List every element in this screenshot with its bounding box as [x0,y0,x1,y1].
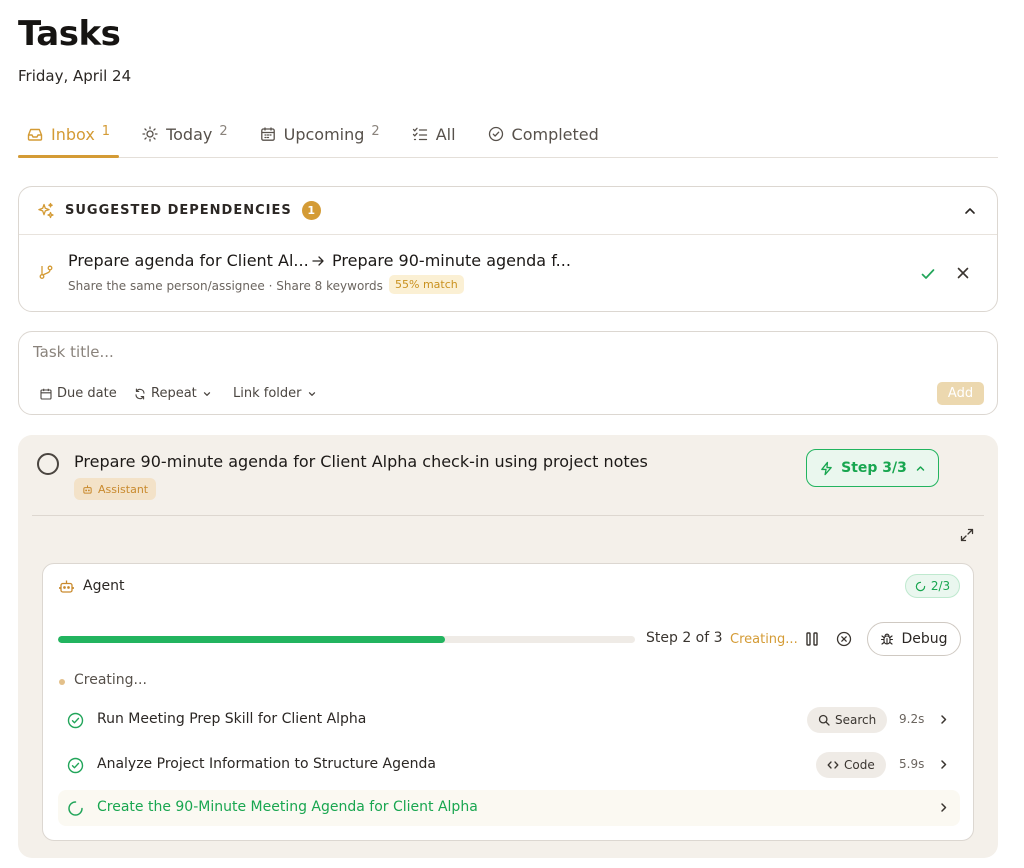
sun-icon [142,126,158,142]
chevron-up-icon [916,465,925,471]
agent-label: Agent [83,578,125,594]
tab-inbox-count: 1 [101,123,111,139]
task-item-expanded: Prepare 90-minute agenda for Client Alph… [18,435,998,858]
chevron-down-icon [308,391,315,396]
agent-run-card: Agent 2/3 Step 2 of 3 Creating... Debug … [42,563,974,841]
task-complete-checkbox[interactable] [37,453,59,475]
inbox-icon [27,128,43,141]
tab-inbox[interactable]: Inbox 1 [18,112,120,158]
tab-upcoming-count: 2 [371,123,380,139]
check-circle-icon [67,757,84,774]
tool-badge-search: Search [807,707,888,733]
chevron-right-icon[interactable] [938,714,949,725]
link-folder-dropdown[interactable]: Link folder [233,386,317,401]
tool-badge-code: Code [816,752,886,778]
debug-button[interactable]: Debug [867,622,961,656]
step-progress-button[interactable]: Step 3/3 [806,449,939,487]
repeat-icon [135,387,145,400]
expand-icon[interactable] [959,527,975,543]
tab-bar: Inbox 1 Today 2 Upcoming 2 All Completed [18,112,998,158]
agent-step-title: Create the 90-Minute Meeting Agenda for … [97,799,478,815]
suggestion-count-badge: 1 [301,201,321,220]
loading-spinner-icon [915,581,926,591]
agent-step-title: Run Meeting Prep Skill for Client Alpha [97,711,367,727]
dependency-reason: Share the same person/assignee · Share 8… [68,279,383,293]
debug-label: Debug [901,631,948,647]
add-task-button[interactable]: Add [937,382,984,405]
chevron-right-icon[interactable] [938,759,949,770]
agent-state-label: Creating... [730,632,798,647]
step-progress-label: Step 3/3 [841,460,907,476]
assistant-badge-label: Assistant [98,482,149,496]
new-task-form: Due date Repeat Link folder Add [18,331,998,415]
git-branch-icon [39,265,53,279]
task-title-input[interactable] [33,343,733,361]
repeat-label: Repeat [151,386,197,401]
chevron-down-icon [203,391,210,396]
loading-spinner-icon [68,801,83,816]
agent-step-row[interactable]: Analyze Project Information to Structure… [58,747,960,783]
tab-today-count: 2 [219,123,228,139]
sparkle-icon [38,202,54,218]
circle-check-icon [488,126,503,142]
agent-step-row-current[interactable]: Create the 90-Minute Meeting Agenda for … [58,790,960,826]
dependency-suggestion-row: Prepare agenda for Client Al... Prepare … [19,235,997,311]
agent-step-count-badge: 2/3 [905,574,960,598]
code-icon [827,761,839,769]
tab-all-label: All [435,124,456,144]
tab-upcoming-label: Upcoming [283,124,365,144]
page-title: Tasks [18,14,121,54]
tab-completed-label: Completed [511,124,599,144]
due-date-label: Due date [57,386,117,401]
lightning-icon [821,461,832,475]
calendar-icon [260,127,275,141]
tab-completed[interactable]: Completed [479,112,608,156]
agent-step-label: Step 2 of 3 [646,630,723,646]
stop-circle-icon[interactable] [836,631,852,647]
agent-progress-fill [58,636,445,643]
dependency-from-task[interactable]: Prepare agenda for Client Al... [68,251,309,270]
bug-icon [881,633,894,645]
agent-progress-bar [58,636,635,643]
list-check-icon [412,127,427,141]
search-icon [818,714,830,726]
assistant-badge: Assistant [74,478,157,500]
accept-check-icon[interactable] [919,265,937,283]
divider [32,515,984,516]
suggested-dependencies-card: SUGGESTED DEPENDENCIES 1 Prepare agenda … [18,186,998,312]
tab-today-label: Today [166,124,213,144]
repeat-dropdown[interactable]: Repeat [134,386,212,401]
robot-icon [59,580,74,593]
tab-today[interactable]: Today 2 [133,112,237,156]
agent-status-text: Creating... [74,672,147,688]
status-dot [59,679,65,685]
task-title[interactable]: Prepare 90-minute agenda for Client Alph… [74,452,648,471]
step-duration: 5.9s [899,757,925,771]
tab-inbox-label: Inbox [51,124,95,144]
page-date: Friday, April 24 [18,67,132,85]
link-folder-label: Link folder [233,386,302,401]
tool-badge-label: Search [835,713,877,727]
check-circle-icon [67,712,84,729]
agent-step-title: Analyze Project Information to Structure… [97,756,436,772]
suggested-dependencies-title: SUGGESTED DEPENDENCIES [65,203,292,218]
dismiss-close-icon[interactable] [955,265,971,281]
agent-step-row[interactable]: Run Meeting Prep Skill for Client Alpha … [58,702,960,738]
dependency-to-task[interactable]: Prepare 90-minute agenda f... [332,251,571,270]
pause-icon[interactable] [805,631,819,647]
agent-step-count: 2/3 [930,579,951,593]
step-duration: 9.2s [899,712,925,726]
tab-all[interactable]: All [403,112,465,156]
chevron-up-icon[interactable] [961,202,979,220]
tool-badge-label: Code [844,758,875,772]
match-score-badge: 55% match [389,275,464,294]
tab-upcoming[interactable]: Upcoming 2 [251,112,389,156]
due-date-button[interactable]: Due date [40,386,117,401]
robot-icon [83,484,92,494]
arrow-right-icon [312,256,324,266]
calendar-icon [40,388,52,400]
chevron-right-icon[interactable] [938,802,949,813]
suggested-dependencies-header[interactable]: SUGGESTED DEPENDENCIES 1 [19,187,997,235]
